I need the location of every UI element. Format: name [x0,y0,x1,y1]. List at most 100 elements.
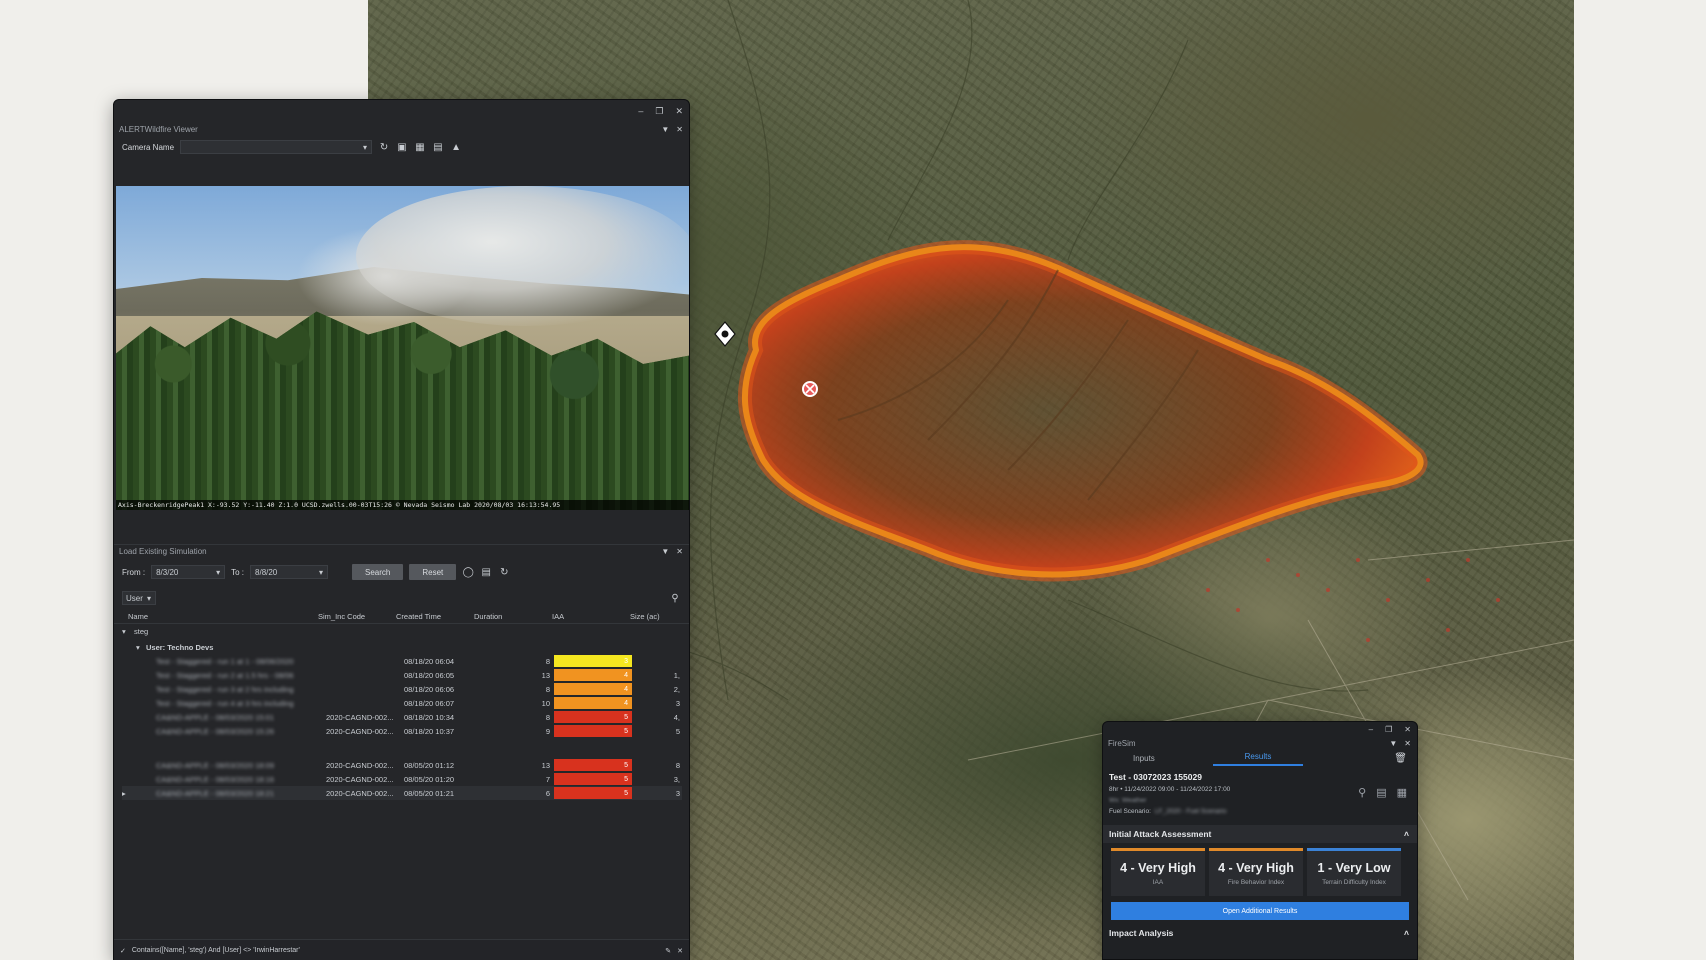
close-icon[interactable]: ✕ [1404,725,1411,734]
shield-icon[interactable]: ◯ [462,566,474,578]
cell-created: 08/18/20 10:34 [404,712,455,722]
date-filter-bar: From : 8/3/20 ▾ To : 8/8/20 ▾ Search Res… [114,558,689,586]
table-row[interactable]: CA&ND-APPLE - 08/03/2020 15:01 2020-CAGND… [122,710,682,724]
cell-code: 2020-CAGND-002... [326,726,394,736]
column-header-created[interactable]: Created Time [396,612,474,621]
tab-inputs[interactable]: Inputs [1113,754,1213,763]
search-button[interactable]: Search [352,564,404,580]
column-header-duration[interactable]: Duration [474,612,552,621]
cell-created: 08/18/20 06:05 [404,670,455,680]
group-row-root[interactable]: ▾ steg [122,624,682,638]
tile-value: 4 - Very High [1120,861,1196,875]
camera-feed-image[interactable]: Axis-BreckenridgePeak1 X:-93.52 Y:-11.40… [116,186,689,510]
table-row[interactable]: Test - Staggered - run 1 at 1 - 08/06/20… [122,654,682,668]
table-row[interactable]: ▸ CA&ND-APPLE - 08/03/2020 18:21 2020-CAGN… [122,786,682,800]
column-header-name[interactable]: Name [128,612,318,621]
cell-duration: 8 [545,684,550,694]
pin-icon[interactable]: ▼ [1389,739,1397,748]
tab-results[interactable]: Results [1213,750,1303,766]
from-date-picker[interactable]: 8/3/20 ▾ [151,565,226,579]
collapse-icon[interactable]: ▾ [136,643,146,652]
table-row[interactable]: Test - Staggered - run 2 at 1.5 hrs - 08… [122,668,682,682]
pin-icon[interactable]: ▼ [661,547,669,556]
cell-iaa: 4 [554,669,632,681]
cell-iaa: 5 [554,725,632,737]
cell-code: 2020-CAGND-002... [326,760,394,770]
person-icon[interactable]: ▲ [450,141,462,153]
table-row[interactable]: CA&ND-APPLE - 08/03/2020 18:16 2020-CAGND… [122,772,682,786]
terrain-difficulty-tile: 1 - Very Low Terrain Difficulty Index [1307,848,1401,896]
ignition-point-icon[interactable] [802,381,818,397]
chevron-down-icon: ▾ [146,593,151,603]
panel-close-icon[interactable]: ✕ [676,125,683,134]
reset-button[interactable]: Reset [409,564,457,580]
minimize-icon[interactable]: – [1369,725,1373,734]
cell-created: 08/05/20 01:12 [404,760,455,770]
filter-expression[interactable]: Contains([Name], 'steg') And [User] <> '… [132,947,300,954]
cell-size: 5 [675,726,680,736]
camera-name-dropdown[interactable]: ▾ [180,140,373,154]
edit-filter-icon[interactable]: ✎ [665,947,671,955]
open-additional-results-button[interactable]: Open Additional Results [1111,902,1409,920]
cell-size: 8 [675,760,680,770]
from-date-value: 8/3/20 [156,567,179,577]
report-icon[interactable]: ▤ [1376,786,1386,799]
table-row[interactable]: Test - Staggered - run 3 at 2 hrs includ… [122,682,682,696]
run-actions: ⚲ ▤ ▦ [1358,786,1407,799]
cell-code: 2020-CAGND-002... [326,712,394,722]
fuel-scenario-row: Fuel Scenario: LF_2020 - Fuel Scenario [1109,808,1411,815]
delete-icon[interactable]: 🗑 [1394,753,1407,764]
minimize-icon[interactable]: – [638,106,643,116]
group-row-user[interactable]: ▾ User: Techno Devs [122,640,682,654]
chevron-down-icon: ▾ [363,142,368,152]
search-icon[interactable]: ⚲ [669,592,681,604]
pin-icon[interactable]: ▼ [661,125,669,134]
maximize-icon[interactable]: ❐ [1385,725,1392,734]
clear-filter-icon[interactable]: ✕ [677,947,683,955]
cell-created: 08/18/20 06:07 [404,698,455,708]
load-existing-simulation-panel: Load Existing Simulation ▼ ✕ From : 8/3/… [114,544,689,960]
run-summary: Test - 03072023 155029 8hr • 11/24/2022 … [1103,766,1417,815]
export-icon[interactable]: ▦ [1397,786,1407,799]
sim-panel-header: Load Existing Simulation ▼ ✕ [114,544,689,558]
table-row[interactable]: Test - Staggered - run 4 at 3 hrs includ… [122,696,682,710]
cell-created: 08/18/20 06:06 [404,684,455,694]
column-header-iaa[interactable]: IAA [552,612,630,621]
iaa-section-header[interactable]: Initial Attack Assessment ˄ [1103,825,1417,843]
refresh-icon[interactable]: ↻ [378,141,390,153]
run-title: Test - 03072023 155029 [1109,772,1202,782]
filter-checkbox[interactable]: ✓ [120,947,126,955]
alertwildfire-viewer-window: – ❐ ✕ ALERTWildfire Viewer ▼ ✕ Camera Na… [113,99,690,960]
column-header-code[interactable]: Sim_Inc Code [318,612,396,621]
cell-created: 08/05/20 01:21 [404,788,455,798]
cell-name: CA&ND-APPLE - 08/03/2020 18:21 [156,788,274,798]
cell-name: CA&ND-APPLE - 08/03/2020 18:16 [156,774,274,784]
window-titlebar: – ❐ ✕ [1103,722,1417,736]
fuel-value: LF_2020 - Fuel Scenario [1154,808,1227,815]
cell-iaa: 5 [554,711,632,723]
collapse-icon[interactable]: ▾ [122,627,134,636]
save-icon[interactable]: ▦ [414,141,426,153]
close-icon[interactable]: ✕ [675,106,683,117]
table-row[interactable]: CA&ND-APPLE - 08/03/2020 18:09 2020-CAGND… [122,758,682,772]
firesim-window: – ❐ ✕ FireSim ▼ ✕ Inputs Results 🗑 Test … [1102,721,1418,960]
maximize-icon[interactable]: ❐ [655,106,663,117]
map-pin-icon[interactable]: ⚲ [1358,786,1366,799]
document-icon[interactable]: ▤ [480,566,492,578]
cell-size: 3 [675,698,680,708]
panel-close-icon[interactable]: ✕ [676,547,683,556]
to-date-picker[interactable]: 8/8/20 ▾ [250,565,329,579]
from-label: From : [122,567,146,577]
group-by-dropdown[interactable]: User ▾ [122,591,156,605]
cell-duration: 8 [545,712,550,722]
cell-duration: 10 [541,698,550,708]
panel-close-icon[interactable]: ✕ [1404,739,1411,748]
refresh-icon[interactable]: ↻ [498,566,510,578]
camera-location-icon[interactable] [714,321,736,347]
document-icon[interactable]: ▤ [432,141,444,153]
group-by-value: User [126,593,143,603]
impact-section-header[interactable]: Impact Analysis ˄ [1103,925,1417,941]
camera-icon[interactable]: ▣ [396,141,408,153]
table-row[interactable]: CA&ND-APPLE - 08/03/2020 15:26 2020-CAGND… [122,724,682,738]
column-header-size[interactable]: Size (ac) [630,612,670,621]
